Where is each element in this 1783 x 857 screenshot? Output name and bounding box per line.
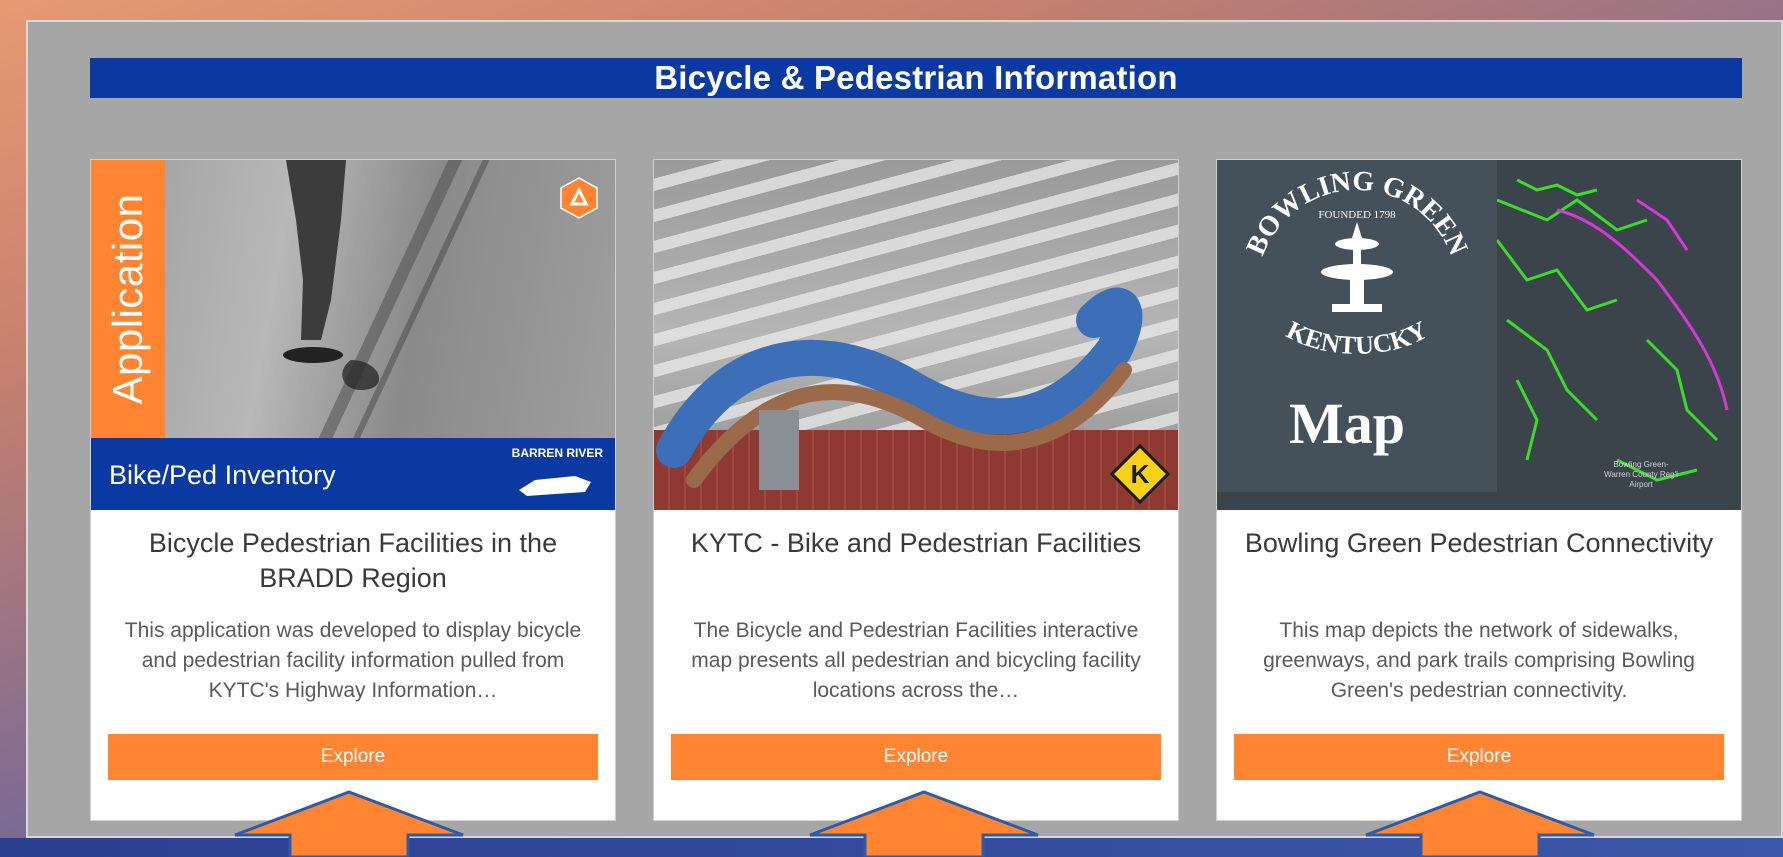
- svg-text:KENTUCKY: KENTUCKY: [1282, 315, 1432, 360]
- explore-button[interactable]: Explore: [1234, 734, 1724, 780]
- card-thumbnail[interactable]: BOWLING GREEN FOUNDED 1798 KENTUCKY Map …: [1217, 160, 1741, 510]
- card-kytc-facilities: K KYTC - Bike and Pedestrian Facilities …: [653, 159, 1179, 821]
- card-thumbnail[interactable]: Application Bike/Ped Inventory BARREN RI…: [91, 160, 615, 510]
- bowling-green-seal: BOWLING GREEN FOUNDED 1798 KENTUCKY Map: [1217, 160, 1497, 492]
- thumbnail-label-bar: Bike/Ped Inventory BARREN RIVER: [91, 438, 615, 510]
- svg-text:K: K: [1131, 459, 1150, 489]
- card-description: The Bicycle and Pedestrian Facilities in…: [691, 619, 1141, 702]
- arrow-up-icon: [1365, 790, 1595, 857]
- arrow-up-icon: [234, 790, 464, 857]
- card-description: This map depicts the network of sidewalk…: [1263, 619, 1695, 702]
- card-title: Bicycle Pedestrian Facilities in the BRA…: [148, 528, 558, 593]
- application-tag: Application: [91, 160, 165, 438]
- explore-button[interactable]: Explore: [108, 734, 598, 780]
- seal-kentucky-lettering: KENTUCKY: [1282, 315, 1432, 360]
- kentucky-outline-icon: [519, 476, 591, 496]
- content-panel: Bicycle & Pedestrian Information Applica…: [26, 20, 1783, 838]
- barren-river-logo-text: BARREN RIVER: [511, 446, 603, 460]
- card-title: Bowling Green Pedestrian Connectivity: [1244, 528, 1714, 558]
- bike-ped-inventory-label: Bike/Ped Inventory: [109, 460, 336, 490]
- airport-map-label: Bowling Green-Warren County Reg'l Airpor…: [1604, 460, 1678, 489]
- card-description: This application was developed to displa…: [124, 619, 582, 702]
- card-bike-ped-inventory: Application Bike/Ped Inventory BARREN RI…: [90, 159, 616, 821]
- card-thumbnail[interactable]: K: [654, 160, 1178, 510]
- kytc-diamond-icon: K: [1110, 444, 1170, 504]
- app-hexagon-icon: [560, 177, 598, 219]
- skateboarder-figure: [283, 160, 380, 390]
- explore-button[interactable]: Explore: [671, 734, 1161, 780]
- card-bowling-green-connectivity: BOWLING GREEN FOUNDED 1798 KENTUCKY Map …: [1216, 159, 1742, 821]
- card-title: KYTC - Bike and Pedestrian Facilities: [690, 528, 1142, 558]
- arrow-up-icon: [809, 790, 1039, 857]
- map-overlay-label: Map: [1289, 391, 1405, 456]
- section-banner: Bicycle & Pedestrian Information: [90, 58, 1742, 98]
- bike-rack-sculpture: [656, 287, 1143, 490]
- fountain-icon: [1321, 222, 1393, 312]
